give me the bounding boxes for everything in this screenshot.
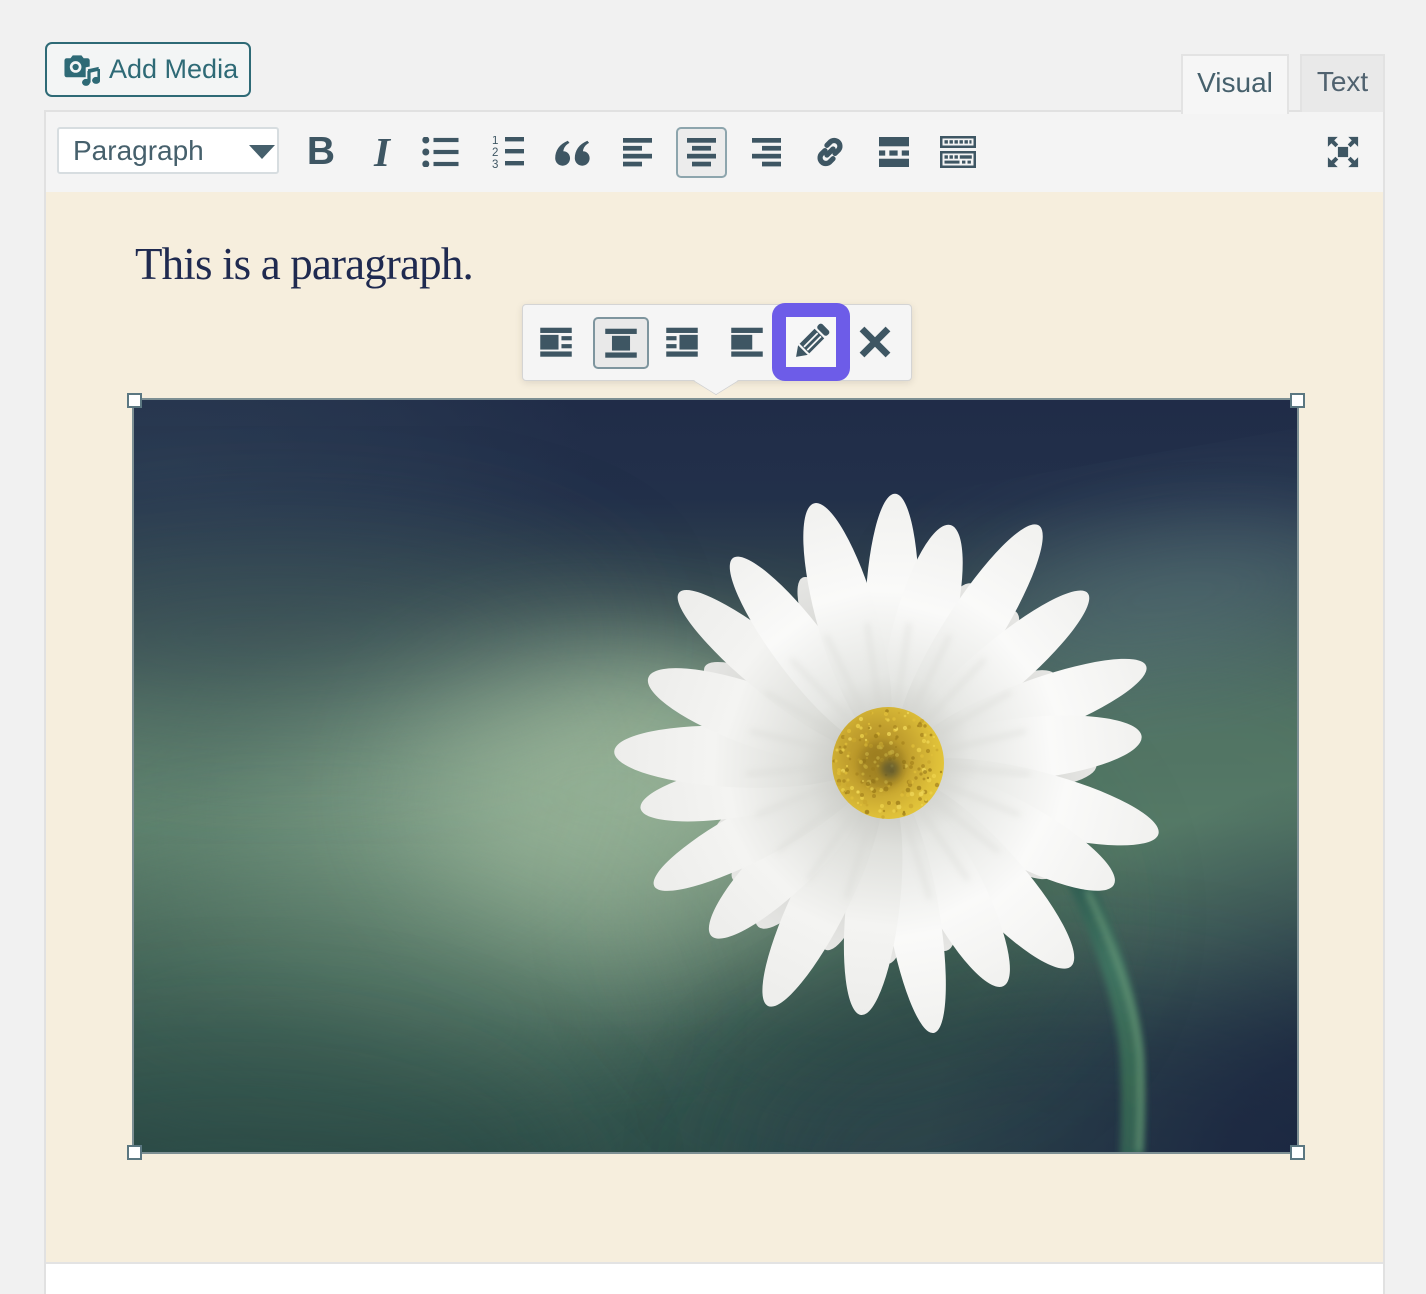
- svg-text:2: 2: [492, 147, 498, 159]
- svg-text:3: 3: [492, 159, 498, 168]
- svg-text:1: 1: [492, 136, 498, 147]
